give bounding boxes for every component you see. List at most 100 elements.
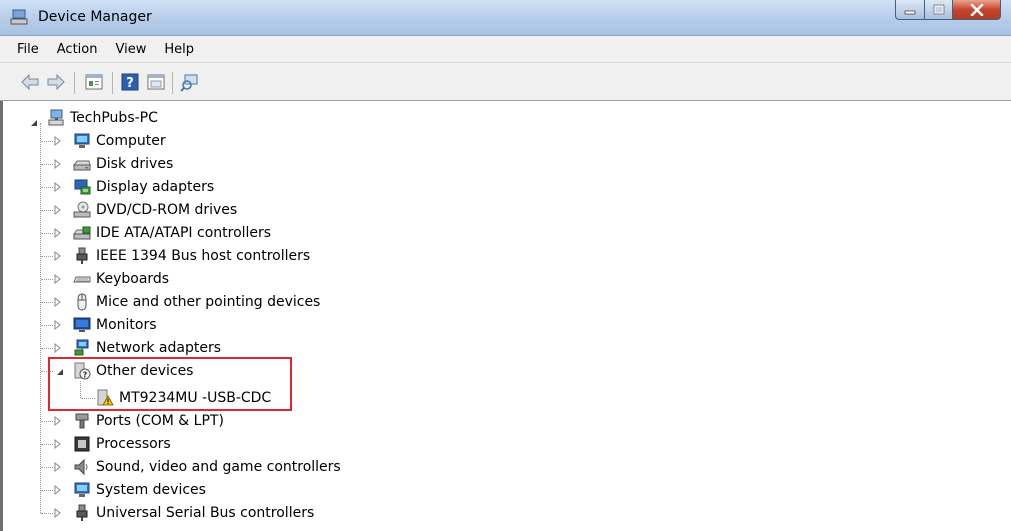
network-adapter-icon — [74, 339, 89, 356]
computer-icon — [74, 133, 90, 148]
ieee1394-icon — [76, 247, 88, 264]
toolbar-separator — [172, 72, 173, 94]
tree-item-label: Network adapters — [96, 340, 221, 356]
tree-item-usb-controllers[interactable]: Universal Serial Bus controllers — [73, 502, 314, 524]
tree-connector — [40, 123, 41, 513]
tree-item-label: Mice and other pointing devices — [96, 294, 321, 310]
tree-item-label: Ports (COM & LPT) — [96, 413, 224, 429]
properties-icon[interactable] — [84, 72, 104, 92]
scan-hardware-icon[interactable] — [180, 72, 200, 92]
window-controls — [895, 0, 1001, 22]
expand-triangle-icon[interactable] — [53, 182, 63, 192]
tree-connector — [41, 348, 53, 349]
expand-triangle-icon[interactable] — [53, 343, 63, 353]
help-icon[interactable]: ? — [120, 72, 140, 92]
tree-item-ports[interactable]: Ports (COM & LPT) — [73, 410, 224, 432]
tree-item-display-adapters[interactable]: Display adapters — [73, 176, 214, 198]
expand-triangle-icon[interactable] — [53, 439, 63, 449]
processor-icon — [74, 436, 90, 452]
tree-connector — [41, 210, 53, 211]
tree-item-label: Disk drives — [96, 156, 174, 172]
keyboard-icon — [73, 276, 91, 283]
tree-connector — [41, 421, 53, 422]
expand-triangle-icon[interactable] — [53, 205, 63, 215]
tree-root-computer[interactable]: TechPubs-PC — [47, 107, 158, 129]
tree-item-disk-drives[interactable]: Disk drives — [73, 153, 173, 175]
display-adapter-icon — [74, 179, 91, 195]
tree-item-computer[interactable]: Computer — [73, 130, 166, 152]
expand-triangle-icon[interactable] — [53, 228, 63, 238]
show-hidden-icon[interactable] — [146, 72, 166, 92]
tree-connector — [41, 187, 53, 188]
sound-icon — [74, 458, 88, 476]
expand-triangle-icon[interactable] — [53, 416, 63, 426]
toolbar-separator — [112, 72, 113, 94]
tree-connector — [41, 141, 53, 142]
tree-item-ieee1394[interactable]: IEEE 1394 Bus host controllers — [73, 245, 310, 267]
tree-item-label: IDE ATA/ATAPI controllers — [96, 225, 272, 241]
expand-triangle-icon[interactable] — [53, 485, 63, 495]
port-icon — [75, 413, 89, 429]
expand-triangle-icon[interactable] — [53, 136, 63, 146]
highlight-box — [48, 357, 292, 411]
tree-connector — [41, 325, 53, 326]
title-bar[interactable]: Device Manager — [0, 0, 1011, 36]
tree-connector — [41, 164, 53, 165]
tree-item-label: DVD/CD-ROM drives — [96, 202, 238, 218]
expand-triangle-icon[interactable] — [53, 159, 63, 169]
tree-connector — [41, 513, 53, 514]
forward-icon[interactable] — [46, 72, 66, 92]
device-manager-icon — [10, 9, 28, 25]
tree-item-network-adapters[interactable]: Network adapters — [73, 337, 221, 359]
device-tree[interactable]: TechPubs-PC Computer Disk drives Display… — [0, 101, 1011, 531]
minimize-button[interactable] — [895, 0, 925, 20]
expand-triangle-icon[interactable] — [53, 320, 63, 330]
tree-item-processors[interactable]: Processors — [73, 433, 171, 455]
tree-item-ide-controllers[interactable]: IDE ATA/ATAPI controllers — [73, 222, 271, 244]
expand-triangle-icon[interactable] — [53, 508, 63, 518]
dvd-drive-icon — [73, 201, 91, 218]
tree-item-dvd-drives[interactable]: DVD/CD-ROM drives — [73, 199, 237, 221]
tree-connector — [41, 490, 53, 491]
tree-item-label: IEEE 1394 Bus host controllers — [96, 248, 311, 264]
menu-file[interactable]: File — [8, 42, 48, 57]
minimize-icon — [904, 10, 916, 14]
menu-bar: File Action View Help — [0, 36, 1011, 63]
toolbar-separator — [74, 72, 75, 94]
collapse-triangle-icon[interactable] — [29, 118, 39, 128]
menu-view[interactable]: View — [106, 42, 155, 57]
computer-network-icon — [48, 109, 64, 126]
tree-item-keyboards[interactable]: Keyboards — [73, 268, 169, 290]
tree-item-label: Display adapters — [96, 179, 215, 195]
tree-connector — [41, 444, 53, 445]
tree-item-system-devices[interactable]: System devices — [73, 479, 206, 501]
disk-drive-icon — [73, 160, 91, 171]
toolbar: ? — [0, 63, 1011, 101]
tree-item-label: Processors — [96, 436, 171, 452]
usb-icon — [76, 504, 88, 521]
tree-item-label: Computer — [96, 133, 166, 149]
close-button[interactable] — [953, 0, 1001, 20]
menu-action[interactable]: Action — [48, 42, 107, 57]
tree-item-monitors[interactable]: Monitors — [73, 314, 157, 336]
tree-connector — [41, 467, 53, 468]
expand-triangle-icon[interactable] — [53, 274, 63, 284]
menu-help[interactable]: Help — [155, 42, 203, 57]
tree-item-mice[interactable]: Mice and other pointing devices — [73, 291, 320, 313]
expand-triangle-icon[interactable] — [53, 251, 63, 261]
expand-triangle-icon[interactable] — [53, 462, 63, 472]
tree-item-label: Monitors — [96, 317, 157, 333]
monitor-icon — [73, 317, 91, 332]
tree-item-label: Keyboards — [96, 271, 170, 287]
ide-controller-icon — [73, 226, 91, 240]
tree-item-sound[interactable]: Sound, video and game controllers — [73, 456, 341, 478]
window-title: Device Manager — [38, 9, 152, 25]
back-icon[interactable] — [20, 72, 40, 92]
svg-text:?: ? — [126, 76, 134, 91]
expand-triangle-icon[interactable] — [53, 297, 63, 307]
tree-item-label: System devices — [96, 482, 206, 498]
tree-connector — [41, 256, 53, 257]
maximize-button[interactable] — [925, 0, 953, 20]
maximize-icon — [933, 4, 944, 15]
tree-item-label: Universal Serial Bus controllers — [96, 505, 315, 521]
